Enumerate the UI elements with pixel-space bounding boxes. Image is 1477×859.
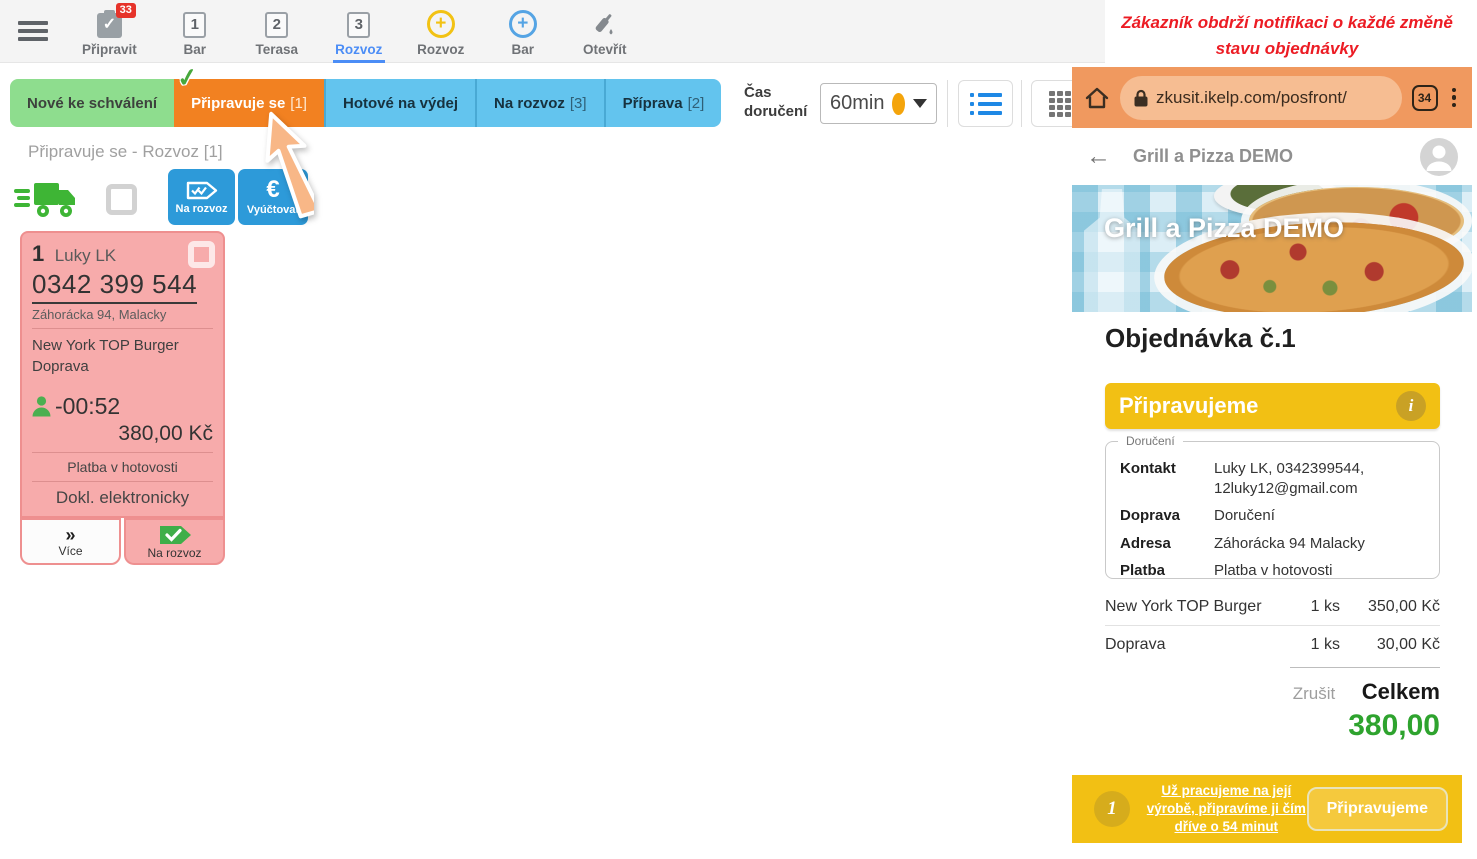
browser-menu-icon[interactable]	[1448, 88, 1461, 108]
divider	[947, 80, 948, 127]
bottle-decoration	[1084, 189, 1140, 312]
tab-count: [3]	[570, 95, 587, 112]
customer-phone-view: zkusit.ikelp.com/posfront/ 34 ← Grill a …	[1072, 67, 1472, 859]
divider	[1021, 80, 1022, 127]
nav-new-bar[interactable]: + Bar	[495, 0, 551, 63]
order-select-checkbox[interactable]	[188, 241, 215, 268]
order-items-list: New York TOP Burger 1 ks 350,00 Kč Dopra…	[1105, 589, 1440, 668]
browser-bar: zkusit.ikelp.com/posfront/ 34	[1072, 67, 1472, 128]
shop-title: Grill a Pizza DEMO	[1133, 146, 1293, 167]
tab-priprava[interactable]: Příprava [2]	[604, 79, 722, 127]
status-message-link[interactable]: Už pracujeme na její výrobě, připravíme …	[1146, 782, 1307, 837]
bottle-icon	[591, 10, 619, 38]
nav-otevrit[interactable]: Otevřít	[577, 0, 633, 63]
order-timer: -00:52	[55, 393, 120, 420]
divider	[32, 328, 213, 329]
divider	[32, 481, 213, 482]
order-items: New York TOP Burger Doprava	[32, 335, 213, 377]
info-icon[interactable]: i	[1396, 391, 1426, 421]
nav-new-rozvoz[interactable]: + Rozvoz	[413, 0, 469, 63]
chevrons-icon: »	[65, 526, 75, 544]
more-button[interactable]: » Více	[20, 518, 121, 565]
select-all-checkbox[interactable]	[106, 184, 137, 215]
back-arrow-icon[interactable]: ←	[1086, 142, 1111, 171]
delivery-row: Doprava Doručení	[1120, 506, 1425, 526]
nav-pripravit[interactable]: ✓ 33 Připravit	[78, 0, 141, 63]
order-total: 380,00 Kč	[32, 422, 213, 446]
add-order-blue-icon: +	[509, 10, 537, 38]
list-view-button[interactable]	[958, 80, 1013, 127]
receipt-type: Dokl. elektronicky	[32, 488, 213, 508]
cancel-order-link[interactable]: Zrušit	[1293, 684, 1336, 703]
table-2-icon: 2	[265, 12, 288, 38]
tab-hotove-na-vydej[interactable]: Hotové na výdej	[324, 79, 475, 127]
home-icon[interactable]	[1084, 85, 1110, 111]
url-text: zkusit.ikelp.com/posfront/	[1156, 88, 1347, 108]
bulk-na-rozvoz-button[interactable]: Na rozvoz	[168, 169, 235, 225]
toolbar-nav: ✓ 33 Připravit 1 Bar 2 Terasa 3 Rozvoz +…	[78, 0, 633, 63]
order-number: 1	[32, 241, 44, 266]
nav-terasa[interactable]: 2 Terasa	[249, 0, 305, 63]
order-card[interactable]: 1 Luky LK 0342 399 544 Záhorácka 94, Mal…	[20, 231, 225, 565]
customer-name: Luky LK	[55, 246, 116, 265]
tab-na-rozvoz[interactable]: Na rozvoz [3]	[475, 79, 604, 127]
double-check-tag-icon	[186, 180, 218, 201]
menu-icon[interactable]	[18, 17, 48, 45]
delivery-row: Kontakt Luky LK, 0342399544, 12luky12@gm…	[1120, 459, 1425, 498]
delivery-time-select[interactable]: 60min	[820, 83, 937, 124]
person-icon	[32, 396, 51, 417]
add-order-yellow-icon: +	[427, 10, 455, 38]
status-banner: Připravujeme i	[1105, 383, 1440, 429]
account-avatar-icon[interactable]	[1420, 138, 1458, 176]
notification-badge: 33	[116, 3, 136, 18]
nav-bar-1[interactable]: 1 Bar	[167, 0, 223, 63]
pointer-arrow-annotation	[244, 108, 314, 238]
delivery-time-label: Čas doručení	[744, 84, 816, 122]
lock-icon	[1134, 89, 1148, 107]
nav-rozvoz[interactable]: 3 Rozvoz	[331, 0, 387, 63]
order-item-row: Doprava 1 ks 30,00 Kč	[1105, 626, 1440, 663]
keypad-icon	[1049, 91, 1071, 117]
tab-count-button[interactable]: 34	[1412, 85, 1438, 111]
list-icon	[970, 93, 1002, 115]
top-toolbar: ✓ 33 Připravit 1 Bar 2 Terasa 3 Rozvoz +…	[0, 0, 1105, 63]
customer-address: Záhorácka 94, Malacky	[32, 307, 213, 322]
hero-image: Grill a Pizza DEMO	[1072, 185, 1472, 312]
delivery-truck-icon	[14, 180, 78, 222]
chevron-down-icon	[913, 99, 927, 108]
order-title: Objednávka č.1	[1105, 323, 1296, 354]
divider	[32, 452, 213, 453]
fieldset-legend: Doručení	[1118, 434, 1183, 448]
tab-checkmark-icon: ✓	[175, 62, 200, 95]
tab-nove-ke-schvaleni[interactable]: Nové ke schválení	[10, 79, 174, 127]
status-tabs: Nové ke schválení ✓ Připravuje se [1] Ho…	[10, 79, 721, 127]
totals: Zrušit Celkem 380,00	[1293, 679, 1440, 743]
delivery-fieldset: Doručení Kontakt Luky LK, 0342399544, 12…	[1105, 441, 1440, 579]
delivery-row: Adresa Záhorácka 94 Malacky	[1120, 534, 1425, 554]
hero-title: Grill a Pizza DEMO	[1104, 213, 1344, 244]
card-na-rozvoz-button[interactable]: Na rozvoz	[124, 518, 225, 565]
total-value: 380,00	[1293, 709, 1440, 743]
table-3-icon: 3	[347, 12, 370, 38]
status-footer-bar: 1 Už pracujeme na její výrobě, připravím…	[1072, 775, 1462, 843]
status-banner-label: Připravujeme	[1119, 393, 1258, 419]
tab-count: [2]	[688, 95, 705, 112]
app-bar: ← Grill a Pizza DEMO	[1072, 128, 1472, 185]
customer-phone-link[interactable]: 0342 399 544	[32, 269, 197, 304]
total-label: Celkem	[1362, 679, 1440, 704]
status-button[interactable]: Připravujeme	[1307, 787, 1448, 831]
check-tag-icon	[158, 524, 192, 546]
annotation-note: Zákazník obdrží notifikaci o každé změně…	[1106, 10, 1468, 61]
clipboard-check-icon: ✓ 33	[97, 10, 122, 38]
table-1-icon: 1	[183, 12, 206, 38]
delivery-row: Platba Platba v hotovosti	[1120, 561, 1425, 581]
address-bar[interactable]: zkusit.ikelp.com/posfront/	[1120, 76, 1402, 120]
step-badge: 1	[1094, 791, 1130, 827]
status-dot-icon	[892, 93, 905, 115]
order-item-row: New York TOP Burger 1 ks 350,00 Kč	[1105, 589, 1440, 626]
section-title: Připravuje se - Rozvoz [1]	[28, 142, 223, 162]
payment-method: Platba v hotovosti	[32, 459, 213, 475]
sum-divider	[1290, 667, 1440, 668]
